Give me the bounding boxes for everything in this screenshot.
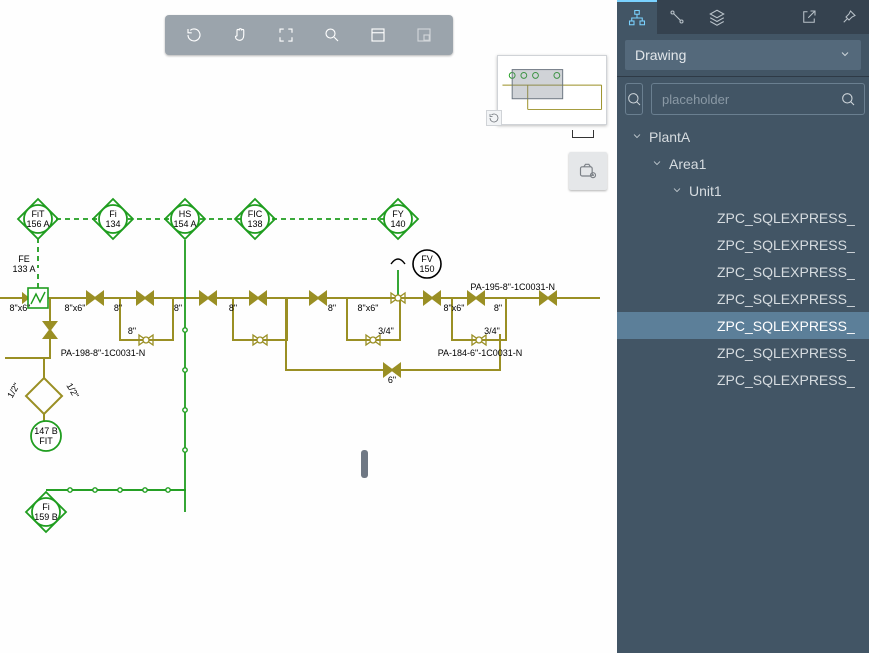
tree-node-label: PlantA xyxy=(649,129,690,145)
instrument-tag: FV xyxy=(421,254,433,264)
instrument-tag: Fi xyxy=(42,502,50,512)
snapshot-locate-button[interactable] xyxy=(569,152,607,190)
tree-node-label: ZPC_SQLEXPRESS_ xyxy=(717,318,855,334)
tab-hierarchy[interactable] xyxy=(617,0,657,34)
tree-node-label: ZPC_SQLEXPRESS_ xyxy=(717,264,855,280)
pipe-size-label: 3/4" xyxy=(484,326,500,336)
tree-node-drawing[interactable]: ZPC_SQLEXPRESS_ xyxy=(617,339,869,366)
pipe-size-label: 8" xyxy=(114,303,122,313)
minimap-collapse-button[interactable] xyxy=(486,110,502,126)
instrument-tag: 159 B xyxy=(34,512,58,522)
pipe-size-label: 3/4" xyxy=(378,326,394,336)
instrument-tag: 147 B xyxy=(34,426,58,436)
drawing-canvas[interactable]: FiT 156 A Fi 134 HS 154 A xyxy=(0,0,617,653)
tree-node-drawing[interactable]: ZPC_SQLEXPRESS_ xyxy=(617,231,869,258)
window-view-button[interactable] xyxy=(360,18,396,52)
tree-node-drawing[interactable]: ZPC_SQLEXPRESS_ xyxy=(617,312,869,339)
instrument-tag: 154 A xyxy=(173,219,196,229)
pipe-size-label: 8"x6" xyxy=(444,303,465,313)
tab-layers[interactable] xyxy=(697,0,737,34)
instrument-tag: 138 xyxy=(247,219,262,229)
instrument-tag: 133 A xyxy=(12,264,35,274)
chevron-down-icon xyxy=(839,47,851,63)
instrument-tag: FY xyxy=(392,209,404,219)
tree-node-drawing[interactable]: ZPC_SQLEXPRESS_ xyxy=(617,366,869,393)
pipe-size-label: 8"x6" xyxy=(65,303,86,313)
side-panel: Drawing PlantA Area1 xyxy=(617,0,869,653)
instrument-tag: FE xyxy=(18,254,30,264)
instrument-tag: FIC xyxy=(248,209,263,219)
tree-node-unit[interactable]: Unit1 xyxy=(617,177,869,204)
tree-node-label: Area1 xyxy=(669,156,706,172)
filter-button[interactable] xyxy=(625,83,643,115)
open-external-button[interactable] xyxy=(789,0,829,34)
viewer-toolbar xyxy=(165,15,453,55)
tree-node-label: ZPC_SQLEXPRESS_ xyxy=(717,291,855,307)
pipe-size-label: 8"x6" xyxy=(10,303,31,313)
instrument-tag: 156 A xyxy=(26,219,49,229)
pipe-size-label: 6" xyxy=(388,375,396,385)
chevron-down-icon xyxy=(671,184,685,198)
instrument-tag: HS xyxy=(179,209,192,219)
tree-node-label: ZPC_SQLEXPRESS_ xyxy=(717,210,855,226)
tab-relations[interactable] xyxy=(657,0,697,34)
pipe-size-label: 1/2" xyxy=(5,381,22,400)
minimap-scale-bar xyxy=(572,130,594,138)
tree-node-label: ZPC_SQLEXPRESS_ xyxy=(717,345,855,361)
category-dropdown[interactable]: Drawing xyxy=(625,40,861,70)
pin-panel-button[interactable] xyxy=(829,0,869,34)
tree-node-drawing[interactable]: ZPC_SQLEXPRESS_ xyxy=(617,258,869,285)
pipe-size-label: 8" xyxy=(174,303,182,313)
instrument-tag: 140 xyxy=(390,219,405,229)
hierarchy-tree: PlantA Area1 Unit1 ZPC_SQLEXPRESS_ ZPC_S… xyxy=(617,123,869,393)
pipe-line-number: PA-195-8"-1C0031-N xyxy=(470,282,555,292)
tree-node-label: ZPC_SQLEXPRESS_ xyxy=(717,372,855,388)
pipe-size-label: 8" xyxy=(229,303,237,313)
chevron-down-icon xyxy=(631,130,645,144)
pan-button[interactable] xyxy=(222,18,258,52)
instrument-tag: Fi xyxy=(109,209,117,219)
pipe-size-label: 8" xyxy=(494,303,502,313)
tree-node-area[interactable]: Area1 xyxy=(617,150,869,177)
reset-view-button[interactable] xyxy=(176,18,212,52)
pipe-line-number: PA-184-6"-1C0031-N xyxy=(438,348,523,358)
instrument-tag: 150 xyxy=(419,264,434,274)
search-box[interactable] xyxy=(651,83,865,115)
tree-node-label: Unit1 xyxy=(689,183,722,199)
instrument-tag: 134 xyxy=(105,219,120,229)
chevron-down-icon xyxy=(651,157,665,171)
pipe-line-number: PA-198-8"-1C0031-N xyxy=(61,348,146,358)
tree-node-plant[interactable]: PlantA xyxy=(617,123,869,150)
pipe-size-label: 8" xyxy=(328,303,336,313)
tree-node-drawing[interactable]: ZPC_SQLEXPRESS_ xyxy=(617,285,869,312)
side-panel-tabs xyxy=(617,0,869,34)
pipe-size-label: 8" xyxy=(128,326,136,336)
tree-node-drawing[interactable]: ZPC_SQLEXPRESS_ xyxy=(617,204,869,231)
search-row xyxy=(625,83,861,115)
minimap[interactable] xyxy=(497,55,607,125)
tree-node-label: ZPC_SQLEXPRESS_ xyxy=(717,237,855,253)
pipe-size-label: 1/2" xyxy=(64,381,81,400)
instrument-tag: FIT xyxy=(39,436,53,446)
thumbnail-view-button[interactable] xyxy=(406,18,442,52)
pipe-size-label: 8"x6" xyxy=(358,303,379,313)
zoom-search-button[interactable] xyxy=(314,18,350,52)
instrument-tag: FiT xyxy=(32,209,45,219)
divider xyxy=(617,76,869,77)
fit-view-button[interactable] xyxy=(268,18,304,52)
search-icon xyxy=(840,91,856,107)
panel-resize-handle[interactable] xyxy=(361,450,368,478)
search-input[interactable] xyxy=(660,91,840,108)
category-dropdown-label: Drawing xyxy=(635,47,686,63)
